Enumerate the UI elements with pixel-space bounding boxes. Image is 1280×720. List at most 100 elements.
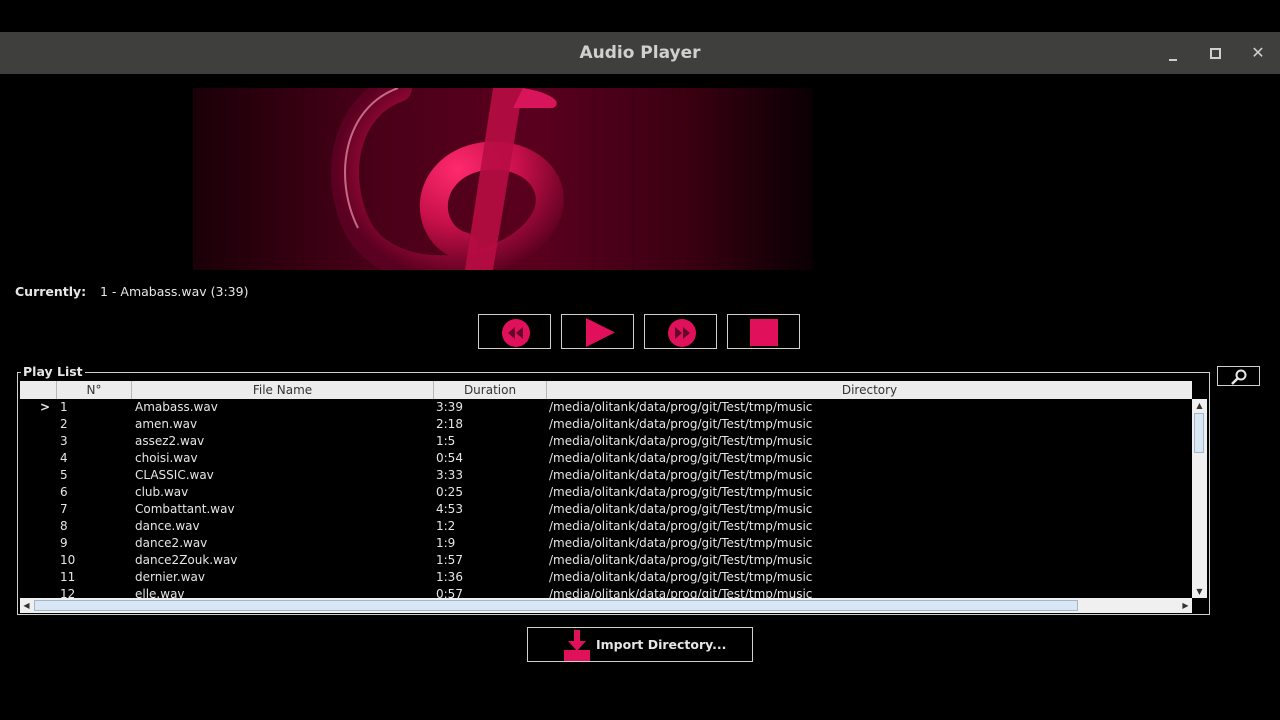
horizontal-scroll-thumb[interactable]: [34, 600, 1078, 611]
row-duration: 4:53: [436, 502, 463, 516]
fast-forward-icon: [668, 319, 696, 347]
stop-icon: [750, 319, 778, 346]
row-file-name: dance2.wav: [135, 536, 208, 550]
play-icon: [586, 318, 615, 347]
row-file-name: dance2Zouk.wav: [135, 553, 238, 567]
row-current-marker: [40, 433, 56, 450]
table-row[interactable]: 12 elle.wav 0:57/media/olitank/data/prog/g…: [20, 586, 1192, 598]
row-duration: 3:39: [436, 400, 463, 414]
row-directory: /media/olitank/data/prog/git/Test/tmp/mu…: [549, 417, 813, 431]
row-directory: /media/olitank/data/prog/git/Test/tmp/mu…: [549, 570, 813, 584]
row-number: 7: [60, 502, 68, 516]
previous-button[interactable]: [478, 314, 551, 349]
row-current-marker: [40, 518, 56, 535]
rewind-icon: [502, 319, 530, 347]
maximize-icon: [1209, 48, 1221, 59]
horizontal-scrollbar[interactable]: ◀ ▶: [20, 598, 1192, 613]
row-current-marker: [40, 467, 56, 484]
column-header-marker: [20, 381, 57, 399]
row-duration: 1:2: [436, 519, 456, 533]
row-current-marker: >: [40, 400, 51, 414]
row-directory: /media/olitank/data/prog/git/Test/tmp/mu…: [549, 519, 813, 533]
import-directory-label: Import Directory...: [596, 637, 727, 652]
row-number: 9: [60, 536, 68, 550]
window-titlebar: Audio Player ✕: [0, 32, 1280, 74]
table-row[interactable]: 6 club.wav 0:25/media/olitank/data/prog/gi…: [20, 484, 1192, 501]
minimize-button[interactable]: [1158, 32, 1188, 74]
download-icon: [564, 630, 590, 661]
table-row[interactable]: 4 choisi.wav 0:54/media/olitank/data/prog/…: [20, 450, 1192, 467]
next-button[interactable]: [644, 314, 717, 349]
currently-value: 1 - Amabass.wav (3:39): [100, 284, 249, 299]
vertical-scrollbar[interactable]: ▲ ▼: [1192, 399, 1207, 598]
row-duration: 1:57: [436, 553, 463, 567]
row-number: 5: [60, 468, 68, 482]
row-directory: /media/olitank/data/prog/git/Test/tmp/mu…: [549, 451, 813, 465]
table-row[interactable]: 5 CLASSIC.wav 3:33/media/olitank/data/prog…: [20, 467, 1192, 484]
row-file-name: dance.wav: [135, 519, 200, 533]
row-current-marker: [40, 552, 56, 569]
row-file-name: club.wav: [135, 485, 189, 499]
row-number: 11: [60, 570, 76, 584]
row-duration: 1:9: [436, 536, 456, 550]
window-title: Audio Player: [579, 43, 701, 63]
row-duration: 0:57: [436, 587, 463, 598]
table-row[interactable]: 9 dance2.wav 1:9/media/olitank/data/prog/g…: [20, 535, 1192, 552]
playlist-table-body: >1 Amabass.wav 3:39/media/olitank/data/pro…: [20, 399, 1192, 598]
row-number: 2: [60, 417, 68, 431]
row-number: 8: [60, 519, 68, 533]
row-current-marker: [40, 501, 56, 518]
row-number: 6: [60, 485, 68, 499]
import-directory-button[interactable]: Import Directory...: [527, 627, 753, 662]
row-directory: /media/olitank/data/prog/git/Test/tmp/mu…: [549, 485, 813, 499]
row-file-name: assez2.wav: [135, 434, 205, 448]
scroll-up-icon[interactable]: ▲: [1192, 399, 1207, 412]
row-duration: 0:54: [436, 451, 463, 465]
row-current-marker: [40, 450, 56, 467]
close-icon: ✕: [1251, 43, 1265, 62]
scroll-down-icon[interactable]: ▼: [1192, 585, 1207, 598]
row-duration: 1:36: [436, 570, 463, 584]
column-header-file-name[interactable]: File Name: [132, 381, 434, 399]
stop-button[interactable]: [727, 314, 800, 349]
table-row[interactable]: 7 Combattant.wav 4:53/media/olitank/data/p…: [20, 501, 1192, 518]
column-header-directory[interactable]: Directory: [547, 381, 1192, 399]
row-file-name: CLASSIC.wav: [135, 468, 214, 482]
row-file-name: choisi.wav: [135, 451, 198, 465]
play-button[interactable]: [561, 314, 634, 349]
maximize-button[interactable]: [1200, 32, 1230, 74]
column-header-number[interactable]: N°: [57, 381, 132, 399]
row-duration: 1:5: [436, 434, 456, 448]
row-directory: /media/olitank/data/prog/git/Test/tmp/mu…: [549, 587, 813, 598]
scroll-right-icon[interactable]: ▶: [1179, 598, 1192, 613]
row-file-name: amen.wav: [135, 417, 198, 431]
row-current-marker: [40, 416, 56, 433]
table-row[interactable]: 10 dance2Zouk.wav 1:57/media/olitank/data/…: [20, 552, 1192, 569]
close-button[interactable]: ✕: [1243, 32, 1273, 74]
top-strip: [0, 0, 1280, 32]
row-directory: /media/olitank/data/prog/git/Test/tmp/mu…: [549, 536, 813, 550]
playlist-legend: Play List: [21, 364, 85, 379]
row-current-marker: [40, 535, 56, 552]
row-directory: /media/olitank/data/prog/git/Test/tmp/mu…: [549, 434, 813, 448]
row-number: 1: [60, 400, 68, 414]
search-button[interactable]: [1217, 366, 1260, 386]
row-file-name: dernier.wav: [135, 570, 205, 584]
playlist-table-header: N° File Name Duration Directory: [20, 381, 1192, 399]
vertical-scroll-thumb[interactable]: [1194, 413, 1204, 453]
table-row[interactable]: 2 amen.wav 2:18/media/olitank/data/prog/gi…: [20, 416, 1192, 433]
row-directory: /media/olitank/data/prog/git/Test/tmp/mu…: [549, 468, 813, 482]
row-directory: /media/olitank/data/prog/git/Test/tmp/mu…: [549, 400, 813, 414]
row-current-marker: [40, 484, 56, 501]
album-art-banner: [193, 88, 813, 270]
column-header-duration[interactable]: Duration: [434, 381, 547, 399]
scroll-left-icon[interactable]: ◀: [20, 598, 33, 613]
table-row[interactable]: >1 Amabass.wav 3:39/media/olitank/data/pro…: [20, 399, 1192, 416]
row-number: 3: [60, 434, 68, 448]
table-row[interactable]: 11 dernier.wav 1:36/media/olitank/data/pro…: [20, 569, 1192, 586]
row-file-name: Amabass.wav: [135, 400, 218, 414]
table-row[interactable]: 3 assez2.wav 1:5/media/olitank/data/prog/g…: [20, 433, 1192, 450]
table-row[interactable]: 8 dance.wav 1:2/media/olitank/data/prog/gi…: [20, 518, 1192, 535]
row-number: 4: [60, 451, 68, 465]
row-file-name: Combattant.wav: [135, 502, 235, 516]
